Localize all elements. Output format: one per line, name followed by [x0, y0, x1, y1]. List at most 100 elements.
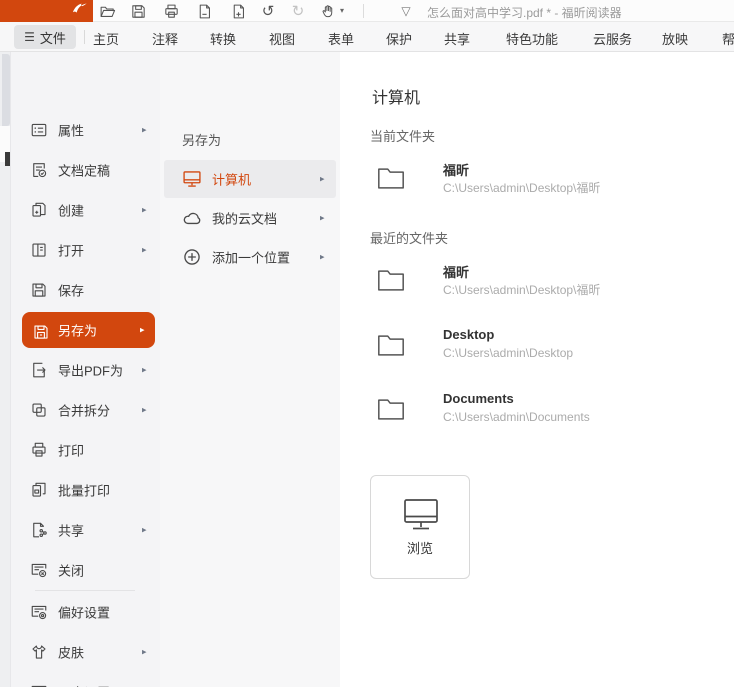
toolbar-separator — [363, 4, 364, 18]
page-remove-icon[interactable] — [194, 1, 214, 21]
tab-help[interactable]: 帮 — [722, 29, 734, 48]
save-as-item-computer[interactable]: 计算机 ▸ — [164, 160, 336, 198]
browse-button[interactable]: 浏览 — [370, 475, 470, 579]
save-as-icon — [32, 323, 50, 341]
folder-item-recent[interactable]: Desktop C:\Users\admin\Desktop — [370, 325, 700, 367]
file-menu-item-properties[interactable]: 属性 ▸ — [10, 110, 160, 150]
chevron-right-icon: ▸ — [140, 325, 145, 336]
folder-icon — [376, 164, 406, 196]
tab-protect[interactable]: 保护 — [386, 29, 412, 48]
file-menu-item-label: 属性 — [58, 121, 84, 140]
chevron-right-icon: ▸ — [142, 647, 147, 658]
tab-form[interactable]: 表单 — [328, 29, 354, 48]
redo-icon[interactable]: ↻ — [288, 1, 308, 21]
file-menu-item-sync-settings[interactable]: 同步设置 — [10, 672, 160, 687]
skin-icon — [30, 643, 48, 661]
folder-path: C:\Users\admin\Desktop\福昕 — [443, 179, 600, 196]
save-icon — [30, 281, 48, 299]
folder-icon — [376, 266, 406, 298]
browse-button-label: 浏览 — [371, 538, 469, 557]
chevron-right-icon: ▸ — [320, 252, 325, 263]
file-menu-item-label: 导出PDF为 — [58, 361, 123, 380]
file-menu-item-share[interactable]: 共享 ▸ — [10, 510, 160, 550]
file-menu-item-label: 合并拆分 — [58, 401, 110, 420]
file-menu-item-label: 打印 — [58, 441, 84, 460]
folder-icon — [376, 395, 406, 427]
file-menu-item-create[interactable]: 创建 ▸ — [10, 190, 160, 230]
open-folder-icon[interactable] — [97, 1, 117, 21]
folder-name: 福昕 — [443, 160, 469, 179]
finalize-icon — [30, 161, 48, 179]
print-icon[interactable] — [161, 1, 181, 21]
folder-item-current[interactable]: 福昕 C:\Users\admin\Desktop\福昕 — [370, 158, 700, 200]
save-as-item-label: 计算机 — [212, 170, 251, 189]
computer-panel: 计算机 当前文件夹 福昕 C:\Users\admin\Desktop\福昕 最… — [340, 52, 734, 687]
file-menu-item-label: 另存为 — [58, 321, 97, 340]
save-as-item-add-place[interactable]: 添加一个位置 ▸ — [164, 238, 336, 276]
chevron-down-icon[interactable]: ▽ — [397, 1, 415, 21]
file-menu-item-save[interactable]: 保存 — [10, 270, 160, 310]
file-menu-item-batch-print[interactable]: 批量打印 — [10, 470, 160, 510]
save-icon[interactable] — [128, 1, 148, 21]
open-icon — [30, 241, 48, 259]
tab-share[interactable]: 共享 — [444, 29, 470, 48]
page-add-icon[interactable] — [228, 1, 248, 21]
foxit-reader-window: ↺ ↻ ▾ ▽ 怎么面对高中学习.pdf * - 福昕阅读器 ☰ 文件 主页 注… — [0, 0, 734, 687]
browse-computer-icon — [402, 497, 440, 538]
folder-item-recent[interactable]: Documents C:\Users\admin\Documents — [370, 389, 700, 431]
properties-icon — [30, 121, 48, 139]
folder-path: C:\Users\admin\Desktop\福昕 — [443, 281, 600, 298]
file-menu-item-preferences[interactable]: 偏好设置 — [10, 592, 160, 632]
file-menu-item-close[interactable]: 关闭 — [10, 550, 160, 590]
tab-slideshow[interactable]: 放映 — [662, 29, 688, 48]
titlebar: ↺ ↻ ▾ ▽ 怎么面对高中学习.pdf * - 福昕阅读器 — [0, 0, 734, 22]
file-menu-item-open[interactable]: 打开 ▸ — [10, 230, 160, 270]
fox-logo-icon — [70, 1, 90, 21]
tab-home[interactable]: 主页 — [93, 29, 119, 48]
file-menu-item-label: 皮肤 — [58, 643, 84, 662]
file-menu-item-finalize[interactable]: 文档定稿 — [10, 150, 160, 190]
merge-split-icon — [30, 401, 48, 419]
file-menu-item-print[interactable]: 打印 — [10, 430, 160, 470]
chevron-right-icon: ▸ — [142, 245, 147, 256]
recent-folders-label: 最近的文件夹 — [370, 228, 448, 247]
save-as-item-cloud-docs[interactable]: 我的云文档 ▸ — [164, 199, 336, 237]
folder-path: C:\Users\admin\Desktop — [443, 346, 573, 360]
tab-comment[interactable]: 注释 — [152, 29, 178, 48]
hamburger-icon: ☰ — [24, 30, 35, 44]
tab-view[interactable]: 视图 — [269, 29, 295, 48]
file-menu-item-label: 偏好设置 — [58, 603, 110, 622]
undo-icon[interactable]: ↺ — [258, 1, 278, 21]
save-as-item-label: 我的云文档 — [212, 209, 277, 228]
file-menu-item-merge-split[interactable]: 合并拆分 ▸ — [10, 390, 160, 430]
folder-item-recent[interactable]: 福昕 C:\Users\admin\Desktop\福昕 — [370, 260, 700, 302]
current-folder-label: 当前文件夹 — [370, 126, 435, 145]
tab-cloud[interactable]: 云服务 — [593, 29, 632, 48]
chevron-right-icon: ▸ — [320, 174, 325, 185]
tab-features[interactable]: 特色功能 — [506, 29, 558, 48]
file-menu-item-label: 创建 — [58, 201, 84, 220]
background-strip — [0, 52, 10, 687]
add-place-icon — [182, 247, 202, 267]
preferences-icon — [30, 603, 48, 621]
file-menu-label: 文件 — [40, 28, 66, 47]
tab-convert[interactable]: 转换 — [210, 29, 236, 48]
file-menu-item-label: 同步设置 — [58, 683, 110, 687]
file-menu-item-export-pdf[interactable]: 导出PDF为 ▸ — [10, 350, 160, 390]
file-menu-item-label: 文档定稿 — [58, 161, 110, 180]
chevron-right-icon: ▸ — [142, 205, 147, 216]
hand-tool-caret-icon[interactable]: ▾ — [340, 6, 344, 15]
save-as-item-label: 添加一个位置 — [212, 248, 290, 267]
share-icon — [30, 521, 48, 539]
hand-tool-icon[interactable] — [318, 1, 338, 21]
print-icon — [30, 441, 48, 459]
folder-name: Documents — [443, 391, 514, 406]
file-menu-button[interactable]: ☰ 文件 — [14, 25, 76, 49]
menubar: ☰ 文件 主页 注释 转换 视图 表单 保护 共享 特色功能 云服务 放映 帮 — [0, 22, 734, 52]
file-menu-item-label: 批量打印 — [58, 481, 110, 500]
chevron-right-icon: ▸ — [142, 125, 147, 136]
save-as-header: 另存为 — [182, 130, 221, 149]
file-menu-item-skin[interactable]: 皮肤 ▸ — [10, 632, 160, 672]
sync-settings-icon — [30, 683, 48, 687]
file-menu-item-save-as[interactable]: 另存为 ▸ — [22, 312, 155, 348]
